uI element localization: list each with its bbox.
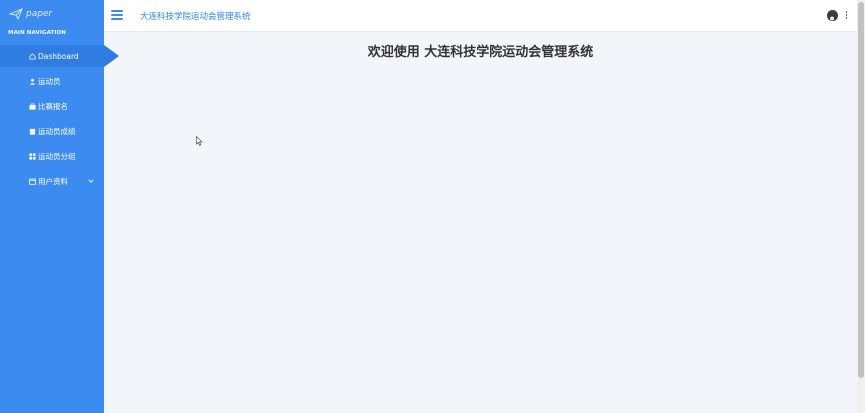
sidebar-item-label: 运动员成绩 <box>38 126 76 136</box>
sidebar-item-groups[interactable]: 运动员分组 <box>0 145 104 167</box>
logo-text: paper <box>26 9 53 19</box>
sidebar-item-athletes[interactable]: 运动员 <box>0 70 104 92</box>
suitcase-icon <box>29 103 36 110</box>
sidebar-item-label: Dashboard <box>38 51 79 61</box>
sidebar-item-results[interactable]: 运动员成绩 <box>0 120 104 142</box>
sidebar-item-dashboard[interactable]: Dashboard <box>0 45 119 67</box>
home-icon <box>29 52 36 60</box>
document-icon <box>29 128 36 135</box>
avatar[interactable] <box>827 10 838 21</box>
topbar: 大连科技学院运动会管理系统 <box>104 0 857 32</box>
sidebar-item-profile[interactable]: 用户资料 <box>0 170 104 192</box>
menu-toggle-icon[interactable] <box>111 10 123 20</box>
mouse-cursor-icon <box>196 136 203 146</box>
app-title: 大连科技学院运动会管理系统 <box>140 12 251 22</box>
sidebar-item-label: 用户资料 <box>38 176 68 186</box>
sidebar-item-label: 比赛报名 <box>38 101 68 111</box>
nav-header: MAIN NAVIGATION <box>8 30 67 36</box>
sidebar-item-label: 运动员 <box>38 76 61 86</box>
grid-icon <box>29 152 36 160</box>
scrollbar-thumb[interactable] <box>858 2 864 378</box>
more-options-icon[interactable] <box>845 11 848 21</box>
sidebar-item-label: 运动员分组 <box>38 151 76 161</box>
nav-list: Dashboard 运动员 比赛报名 运动员成绩 运动员分组 用户资料 <box>0 45 119 195</box>
scrollbar[interactable] <box>857 0 865 413</box>
chevron-down-icon <box>88 179 94 183</box>
welcome-heading: 欢迎使用 大连科技学院运动会管理系统 <box>367 45 594 60</box>
calendar-icon <box>29 178 36 185</box>
sidebar: paper MAIN NAVIGATION Dashboard 运动员 比赛报名 <box>0 0 119 413</box>
paper-plane-icon <box>9 8 23 20</box>
logo[interactable]: paper <box>9 6 52 22</box>
user-icon <box>29 78 36 85</box>
user-avatar-icon <box>827 14 838 21</box>
sidebar-item-registration[interactable]: 比赛报名 <box>0 95 104 117</box>
